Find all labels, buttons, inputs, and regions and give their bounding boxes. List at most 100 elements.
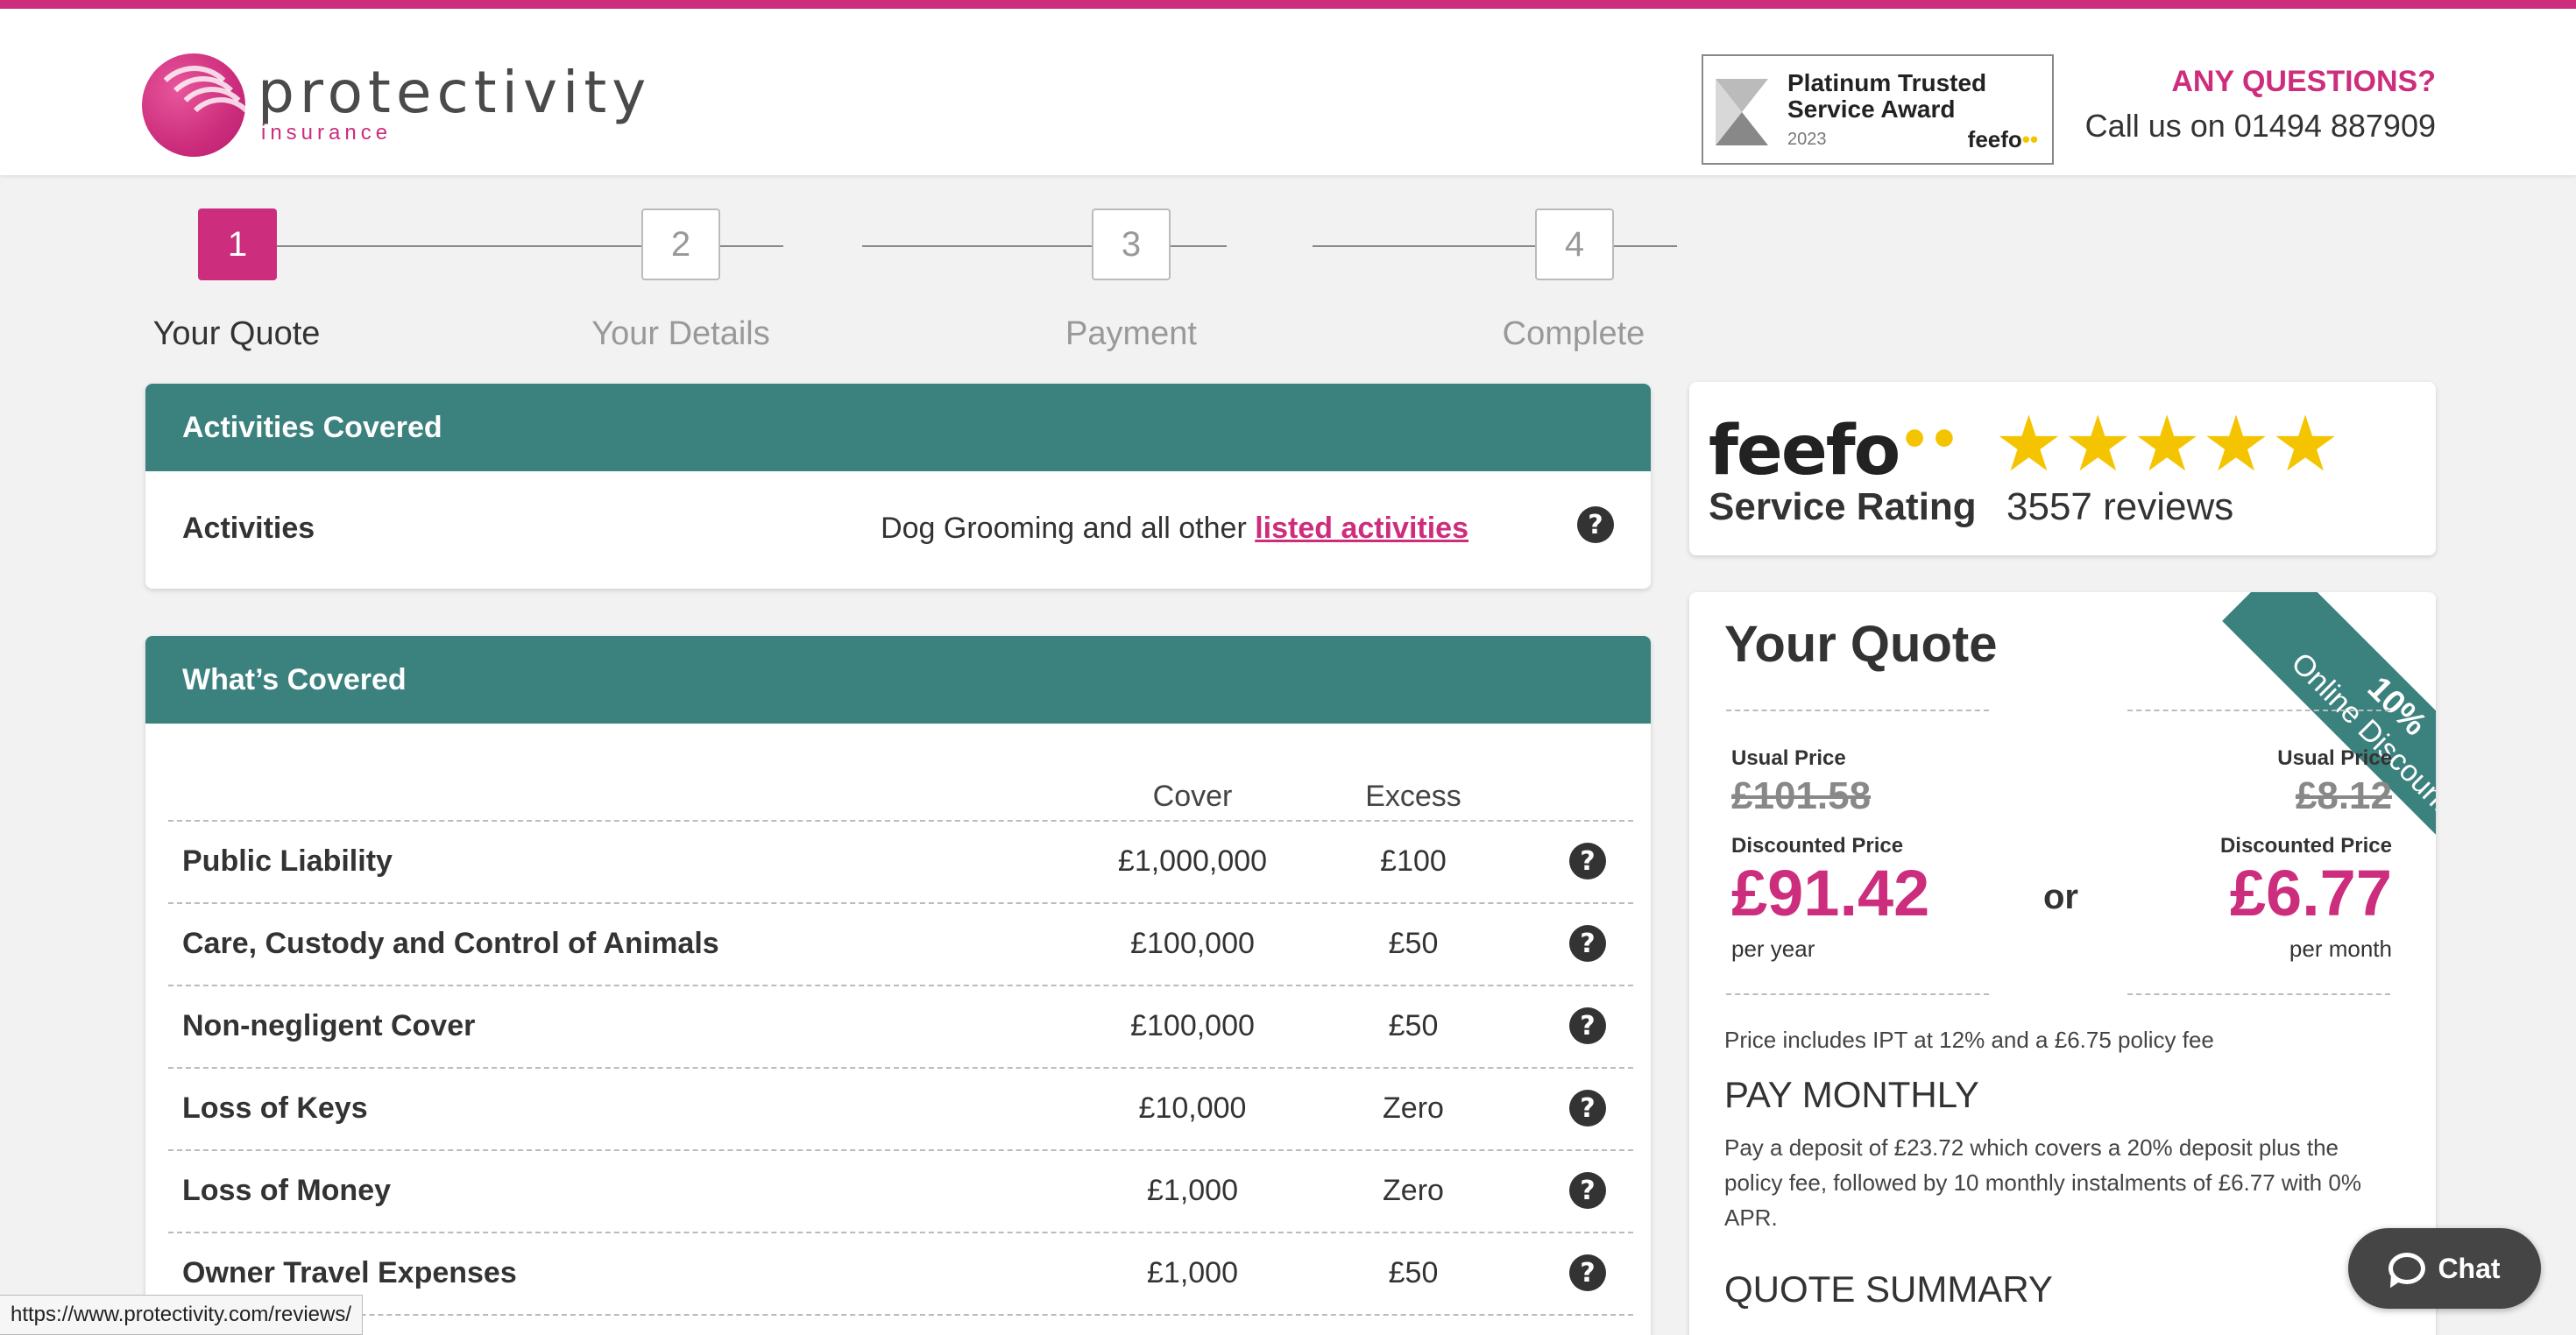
- star-icon: ★: [2063, 400, 2133, 487]
- help-icon[interactable]: ?: [1569, 843, 1606, 879]
- usual-price-label: Usual Price: [1731, 746, 1846, 770]
- service-rating-label: Service Rating: [1709, 485, 1977, 528]
- pay-monthly-heading: PAY MONTHLY: [1724, 1074, 1979, 1115]
- pay-monthly-description: Pay a deposit of £23.72 which covers a 2…: [1724, 1134, 2361, 1231]
- coverage-name: Loss of Keys: [182, 1091, 368, 1125]
- coverage-cover-amount: £100,000: [1130, 927, 1255, 960]
- monthly-price[interactable]: Usual Price £8.12 Discounted Price £6.77…: [2220, 746, 2392, 963]
- step-connector: [862, 245, 1227, 247]
- activities-value: Dog Grooming and all other listed activi…: [881, 512, 1468, 545]
- link-preview-url: https://www.protectivity.com/reviews/: [0, 1295, 363, 1335]
- chat-bubble-icon: [2388, 1253, 2426, 1284]
- feefo-logo: feefo••: [1709, 412, 1960, 491]
- star-icon: ★: [1994, 400, 2063, 487]
- star-icon: ★: [2201, 400, 2271, 487]
- site-header: protectivity insurance Platinum Trusted …: [0, 0, 2576, 175]
- activities-card: Activities Covered Activities Dog Groomi…: [145, 384, 1651, 589]
- your-quote-card: Your Quote 10% Online Discount Usual Pri…: [1689, 592, 2436, 1335]
- discounted-price-yearly: £91.42: [1731, 857, 1930, 929]
- step-1-label: Your Quote: [152, 315, 321, 352]
- coverage-cover-amount: £100,000: [1130, 1009, 1255, 1042]
- coverage-row: Loss of Keys £10,000 Zero ?: [168, 1067, 1633, 1149]
- contact-block: ANY QUESTIONS? Call us on 01494 887909: [2085, 65, 2436, 145]
- help-icon[interactable]: ?: [1577, 506, 1614, 543]
- coverage-excess-amount: £50: [1388, 1256, 1439, 1289]
- reviews-count-link[interactable]: 3557 reviews: [2006, 485, 2233, 529]
- coverage-row: Care, Custody and Control of Animals £10…: [168, 902, 1633, 985]
- step-3-label: Payment: [1065, 315, 1197, 352]
- logo-subtitle: insurance: [261, 121, 393, 145]
- whats-covered-heading: What’s Covered: [145, 636, 1651, 724]
- step-4-label: Complete: [1502, 315, 1645, 352]
- per-year-label: per year: [1731, 936, 1815, 962]
- coverage-name: Loss of Money: [182, 1174, 392, 1207]
- step-connector: [1313, 245, 1677, 247]
- step-4-box[interactable]: 4: [1535, 208, 1614, 280]
- divider: [1726, 993, 1989, 995]
- award-trophy-icon: [1716, 79, 1768, 145]
- help-icon[interactable]: ?: [1569, 925, 1606, 962]
- step-3-box[interactable]: 3: [1092, 208, 1171, 280]
- feefo-award-badge[interactable]: Platinum Trusted Service Award 2023 feef…: [1702, 54, 2054, 165]
- star-rating: ★ ★ ★ ★ ★: [1994, 405, 2339, 484]
- coverage-excess-amount: £50: [1388, 927, 1439, 960]
- award-feefo-logo: feefo••: [1967, 126, 2038, 152]
- help-icon[interactable]: ?: [1569, 1172, 1606, 1209]
- or-separator: or: [2043, 878, 2078, 916]
- coverage-row: Loss of Money £1,000 Zero ?: [168, 1149, 1633, 1232]
- coverage-row: Public Liability £1,000,000 £100 ?: [168, 820, 1633, 902]
- discounted-price-label: Discounted Price: [1731, 834, 1904, 858]
- chat-label: Chat: [2438, 1252, 2501, 1284]
- coverage-name: Care, Custody and Control of Animals: [182, 927, 719, 960]
- usual-price-yearly: £101.58: [1731, 774, 1872, 817]
- step-2-label: Your Details: [591, 315, 770, 352]
- coverage-excess-amount: Zero: [1383, 1091, 1444, 1125]
- coverage-row-divider: [168, 1314, 1633, 1335]
- activities-row: Activities Dog Grooming and all other li…: [145, 471, 1651, 585]
- help-icon[interactable]: ?: [1569, 1007, 1606, 1044]
- coverage-row: Non-negligent Cover £100,000 £50 ?: [168, 985, 1633, 1067]
- listed-activities-link[interactable]: listed activities: [1255, 512, 1468, 545]
- coverage-excess-amount: Zero: [1383, 1174, 1444, 1207]
- coverage-excess-amount: £100: [1380, 844, 1447, 878]
- step-2-box[interactable]: 2: [641, 208, 720, 280]
- ipt-note: Price includes IPT at 12% and a £6.75 po…: [1724, 1027, 2214, 1053]
- usual-price-monthly: £8.12: [2295, 774, 2392, 817]
- award-year: 2023: [1787, 130, 1827, 149]
- discounted-price-monthly: £6.77: [2229, 857, 2392, 929]
- phone-number-link[interactable]: Call us on 01494 887909: [2085, 108, 2436, 145]
- quote-summary-heading: QUOTE SUMMARY: [1724, 1268, 2053, 1310]
- logo-swirl-icon: [142, 53, 245, 157]
- coverage-cover-amount: £1,000: [1147, 1256, 1238, 1289]
- protectivity-logo[interactable]: protectivity insurance: [142, 53, 651, 158]
- usual-price-label: Usual Price: [2277, 746, 2392, 770]
- excess-column-header: Excess: [1365, 780, 1461, 813]
- activities-label: Activities: [182, 512, 315, 545]
- progress-steps: 1 2 3 4 Your Quote Your Details Payment …: [140, 207, 1677, 364]
- coverage-name: Owner Travel Expenses: [182, 1256, 517, 1289]
- per-month-label: per month: [2289, 936, 2392, 962]
- yearly-price[interactable]: Usual Price £101.58 Discounted Price £91…: [1731, 746, 1929, 963]
- cover-column-header: Cover: [1152, 780, 1233, 813]
- coverage-cover-amount: £1,000: [1147, 1174, 1238, 1207]
- coverage-row: Owner Travel Expenses £1,000 £50 ?: [168, 1232, 1633, 1314]
- chat-button[interactable]: Chat: [2348, 1228, 2541, 1309]
- help-icon[interactable]: ?: [1569, 1090, 1606, 1127]
- divider: [2127, 710, 2390, 711]
- coverage-cover-amount: £10,000: [1138, 1091, 1247, 1125]
- activities-heading: Activities Covered: [145, 384, 1651, 471]
- logo-name: protectivity: [258, 59, 652, 126]
- coverage-cover-amount: £1,000,000: [1117, 844, 1268, 878]
- coverage-name: Public Liability: [182, 844, 393, 878]
- step-1-box[interactable]: 1: [198, 208, 277, 280]
- help-icon[interactable]: ?: [1569, 1254, 1606, 1291]
- award-title: Platinum Trusted Service Award: [1787, 69, 1987, 123]
- any-questions-heading: ANY QUESTIONS?: [2171, 65, 2436, 98]
- star-icon: ★: [2270, 400, 2340, 487]
- star-icon: ★: [2132, 400, 2202, 487]
- divider: [2127, 993, 2390, 995]
- coverage-name: Non-negligent Cover: [182, 1009, 476, 1042]
- divider: [1726, 710, 1989, 711]
- feefo-rating-card[interactable]: feefo•• ★ ★ ★ ★ ★ Service Rating 3557 re…: [1689, 382, 2436, 555]
- whats-covered-card: What’s Covered Cover Excess Public Liabi…: [145, 636, 1651, 1335]
